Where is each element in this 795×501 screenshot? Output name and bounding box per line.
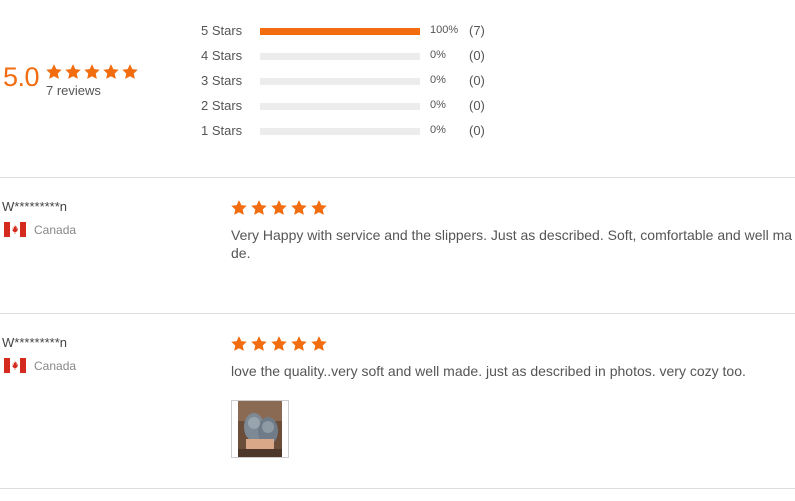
reviewer-country: Canada — [4, 222, 76, 237]
distribution-percent: 0% — [430, 124, 446, 136]
canada-flag-icon — [4, 358, 26, 373]
reviews-page: 5.0 7 reviews 5 Stars 100% (7) 4 Stars 0… — [0, 0, 795, 501]
star-icon — [310, 199, 328, 217]
star-icon — [64, 63, 82, 81]
star-icon — [230, 335, 248, 353]
star-icon — [310, 335, 328, 353]
distribution-percent: 0% — [430, 49, 446, 61]
distribution-label: 4 Stars — [201, 48, 243, 63]
review-count: 7 reviews — [46, 83, 101, 98]
distribution-bar-fill — [260, 28, 420, 35]
distribution-count: (7) — [469, 23, 485, 38]
average-stars — [45, 63, 139, 81]
review-photo-thumbnail[interactable] — [231, 400, 289, 458]
distribution-count: (0) — [469, 123, 485, 138]
distribution-label: 2 Stars — [201, 98, 243, 113]
divider — [0, 488, 795, 489]
reviewer-country: Canada — [4, 358, 76, 373]
distribution-count: (0) — [469, 98, 485, 113]
distribution-count: (0) — [469, 48, 485, 63]
rating-distribution: 5 Stars 100% (7) 4 Stars 0% (0) 3 Stars … — [201, 21, 501, 146]
star-icon — [121, 63, 139, 81]
star-icon — [270, 199, 288, 217]
distribution-row-5[interactable]: 5 Stars 100% (7) — [201, 21, 501, 46]
distribution-count: (0) — [469, 73, 485, 88]
distribution-bar — [260, 53, 420, 60]
distribution-row-3[interactable]: 3 Stars 0% (0) — [201, 71, 501, 96]
reviewer-name: W*********n — [2, 199, 68, 214]
distribution-bar — [260, 28, 420, 35]
distribution-bar — [260, 78, 420, 85]
star-icon — [230, 199, 248, 217]
star-icon — [250, 335, 268, 353]
distribution-row-1[interactable]: 1 Stars 0% (0) — [201, 121, 501, 146]
distribution-percent: 0% — [430, 99, 446, 111]
divider — [0, 177, 795, 178]
star-icon — [290, 335, 308, 353]
reviewer-name: W*********n — [2, 335, 68, 350]
country-name: Canada — [34, 222, 77, 237]
review-stars — [230, 335, 328, 353]
review-item: W*********n Canada Very Happy with servi… — [0, 199, 795, 309]
distribution-row-2[interactable]: 2 Stars 0% (0) — [201, 96, 501, 121]
distribution-label: 3 Stars — [201, 73, 243, 88]
review-stars — [230, 199, 328, 217]
distribution-bar — [260, 103, 420, 110]
star-icon — [83, 63, 101, 81]
star-icon — [290, 199, 308, 217]
distribution-label: 5 Stars — [201, 23, 243, 38]
distribution-bar — [260, 128, 420, 135]
distribution-label: 1 Stars — [201, 123, 243, 138]
average-rating: 5.0 — [3, 62, 40, 92]
slippers-photo — [232, 401, 288, 457]
distribution-percent: 0% — [430, 74, 446, 86]
canada-flag-icon — [4, 222, 26, 237]
star-icon — [250, 199, 268, 217]
review-text: Very Happy with service and the slippers… — [231, 227, 793, 261]
review-text: love the quality..very soft and well mad… — [231, 363, 746, 379]
distribution-percent: 100% — [430, 24, 459, 36]
distribution-row-4[interactable]: 4 Stars 0% (0) — [201, 46, 501, 71]
star-icon — [102, 63, 120, 81]
country-name: Canada — [34, 358, 77, 373]
rating-summary: 5.0 7 reviews 5 Stars 100% (7) 4 Stars 0… — [0, 0, 795, 178]
review-item: W*********n Canada love the quality..ver… — [0, 335, 795, 485]
divider — [0, 313, 795, 314]
star-icon — [270, 335, 288, 353]
star-icon — [45, 63, 63, 81]
